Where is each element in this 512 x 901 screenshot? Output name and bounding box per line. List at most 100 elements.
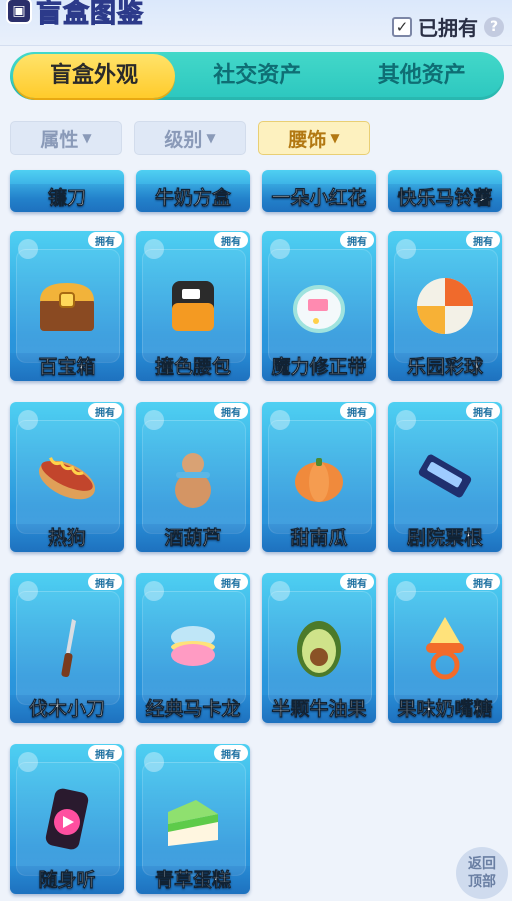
item-card[interactable]: 拥有 魔力修正带 (262, 231, 376, 381)
treasure-chest-icon (40, 283, 94, 331)
item-card[interactable]: 牛奶方盒 (136, 170, 250, 212)
item-label: 剧院票根 (388, 524, 502, 552)
item-card[interactable]: 拥有 随身听 (10, 744, 124, 894)
chevron-down-icon: ▼ (206, 131, 216, 145)
item-label: 甜南瓜 (262, 524, 376, 552)
page-title-text: 盲盒图鉴 (35, 0, 145, 29)
item-label: 经典马卡龙 (136, 695, 250, 723)
item-label: 魔力修正带 (262, 353, 376, 381)
item-card[interactable]: 拥有 酒葫芦 (136, 402, 250, 552)
rarity-icon (270, 410, 290, 430)
owned-badge: 拥有 (214, 574, 248, 590)
owned-filter-toggle[interactable]: ✓ 已拥有 ? (392, 12, 504, 41)
ticket-icon (418, 454, 472, 498)
tab-blindbox-appearance[interactable]: 盲盒外观 (13, 54, 175, 98)
album-icon: ▣ (6, 0, 32, 24)
owned-badge: 拥有 (214, 232, 248, 248)
rarity-icon (396, 239, 416, 259)
item-card[interactable]: 快乐马铃薯 (388, 170, 502, 212)
item-card[interactable]: 拥有 乐园彩球 (388, 231, 502, 381)
filter-attribute-label: 属性 (40, 128, 79, 151)
item-card[interactable]: 拥有 青草蛋糕 (136, 744, 250, 894)
item-card[interactable]: 拥有 热狗 (10, 402, 124, 552)
chevron-down-icon: ▼ (330, 131, 340, 145)
gourd-icon (175, 453, 211, 508)
item-label: 百宝箱 (10, 353, 124, 381)
filter-bar: 属性 ▼ 级别 ▼ 腰饰 ▼ (10, 121, 370, 155)
rarity-icon (18, 752, 38, 772)
owned-label: 已拥有 (418, 16, 478, 40)
item-label: 伐木小刀 (10, 695, 124, 723)
item-card[interactable]: 一朵小红花 (262, 170, 376, 212)
item-label: 镰刀 (10, 184, 124, 212)
rarity-icon (396, 410, 416, 430)
help-icon[interactable]: ? (484, 16, 504, 37)
rarity-icon (396, 581, 416, 601)
beach-ball-icon (417, 278, 473, 334)
category-tabs: 盲盒外观 社交资产 其他资产 (10, 52, 504, 100)
item-label: 半颗牛油果 (262, 695, 376, 723)
item-label: 一朵小红花 (262, 184, 376, 212)
tab-social-assets[interactable]: 社交资产 (175, 54, 340, 98)
owned-badge: 拥有 (88, 403, 122, 419)
owned-badge: 拥有 (466, 403, 500, 419)
rarity-icon (144, 410, 164, 430)
owned-badge: 拥有 (214, 745, 248, 761)
macaron-icon (171, 626, 215, 666)
item-label: 酒葫芦 (136, 524, 250, 552)
rarity-icon (144, 581, 164, 601)
item-card[interactable]: 拥有 百宝箱 (10, 231, 124, 381)
back-to-top-line2: 顶部 (468, 874, 496, 890)
item-label: 快乐马铃薯 (388, 184, 502, 212)
item-card[interactable]: 拥有 撞色腰包 (136, 231, 250, 381)
item-card[interactable]: 拥有 剧院票根 (388, 402, 502, 552)
music-player-icon (45, 788, 89, 850)
pacifier-candy-icon (426, 617, 464, 680)
waist-bag-icon (172, 281, 214, 331)
rarity-icon (18, 410, 38, 430)
back-to-top-button[interactable]: 返回 顶部 (456, 847, 508, 899)
chevron-down-icon: ▼ (82, 131, 92, 145)
item-card[interactable]: 镰刀 (10, 170, 124, 212)
correction-tape-icon (293, 285, 345, 333)
hotdog-icon (38, 457, 96, 500)
filter-level[interactable]: 级别 ▼ (134, 121, 246, 155)
owned-badge: 拥有 (88, 745, 122, 761)
owned-badge: 拥有 (214, 403, 248, 419)
item-label: 热狗 (10, 524, 124, 552)
owned-badge: 拥有 (88, 232, 122, 248)
page-title: ▣ 盲盒图鉴 (6, 0, 145, 29)
item-label: 乐园彩球 (388, 353, 502, 381)
item-card[interactable]: 拥有 果味奶嘴糖 (388, 573, 502, 723)
owned-badge: 拥有 (88, 574, 122, 590)
owned-badge: 拥有 (466, 232, 500, 248)
item-label: 随身听 (10, 866, 124, 894)
item-label: 青草蛋糕 (136, 866, 250, 894)
owned-badge: 拥有 (466, 574, 500, 590)
avocado-icon (297, 621, 341, 677)
tab-other-assets[interactable]: 其他资产 (340, 54, 505, 98)
filter-waist-accessory[interactable]: 腰饰 ▼ (258, 121, 370, 155)
rarity-icon (144, 752, 164, 772)
rarity-icon (144, 239, 164, 259)
pumpkin-icon (295, 458, 343, 502)
rarity-icon (18, 239, 38, 259)
filter-attribute[interactable]: 属性 ▼ (10, 121, 122, 155)
item-label: 果味奶嘴糖 (388, 695, 502, 723)
filter-level-label: 级别 (164, 128, 203, 151)
rarity-icon (270, 581, 290, 601)
owned-checkbox[interactable]: ✓ (392, 16, 412, 37)
item-label: 撞色腰包 (136, 353, 250, 381)
item-card[interactable]: 拥有 经典马卡龙 (136, 573, 250, 723)
item-card[interactable]: 拥有 半颗牛油果 (262, 573, 376, 723)
rarity-icon (18, 581, 38, 601)
item-card[interactable]: 拥有 伐木小刀 (10, 573, 124, 723)
item-label: 牛奶方盒 (136, 184, 250, 212)
owned-badge: 拥有 (340, 574, 374, 590)
item-card[interactable]: 拥有 甜南瓜 (262, 402, 376, 552)
back-to-top-line1: 返回 (468, 856, 496, 872)
filter-waist-accessory-label: 腰饰 (288, 128, 327, 151)
owned-badge: 拥有 (340, 232, 374, 248)
knife-icon (61, 619, 76, 678)
owned-badge: 拥有 (340, 403, 374, 419)
